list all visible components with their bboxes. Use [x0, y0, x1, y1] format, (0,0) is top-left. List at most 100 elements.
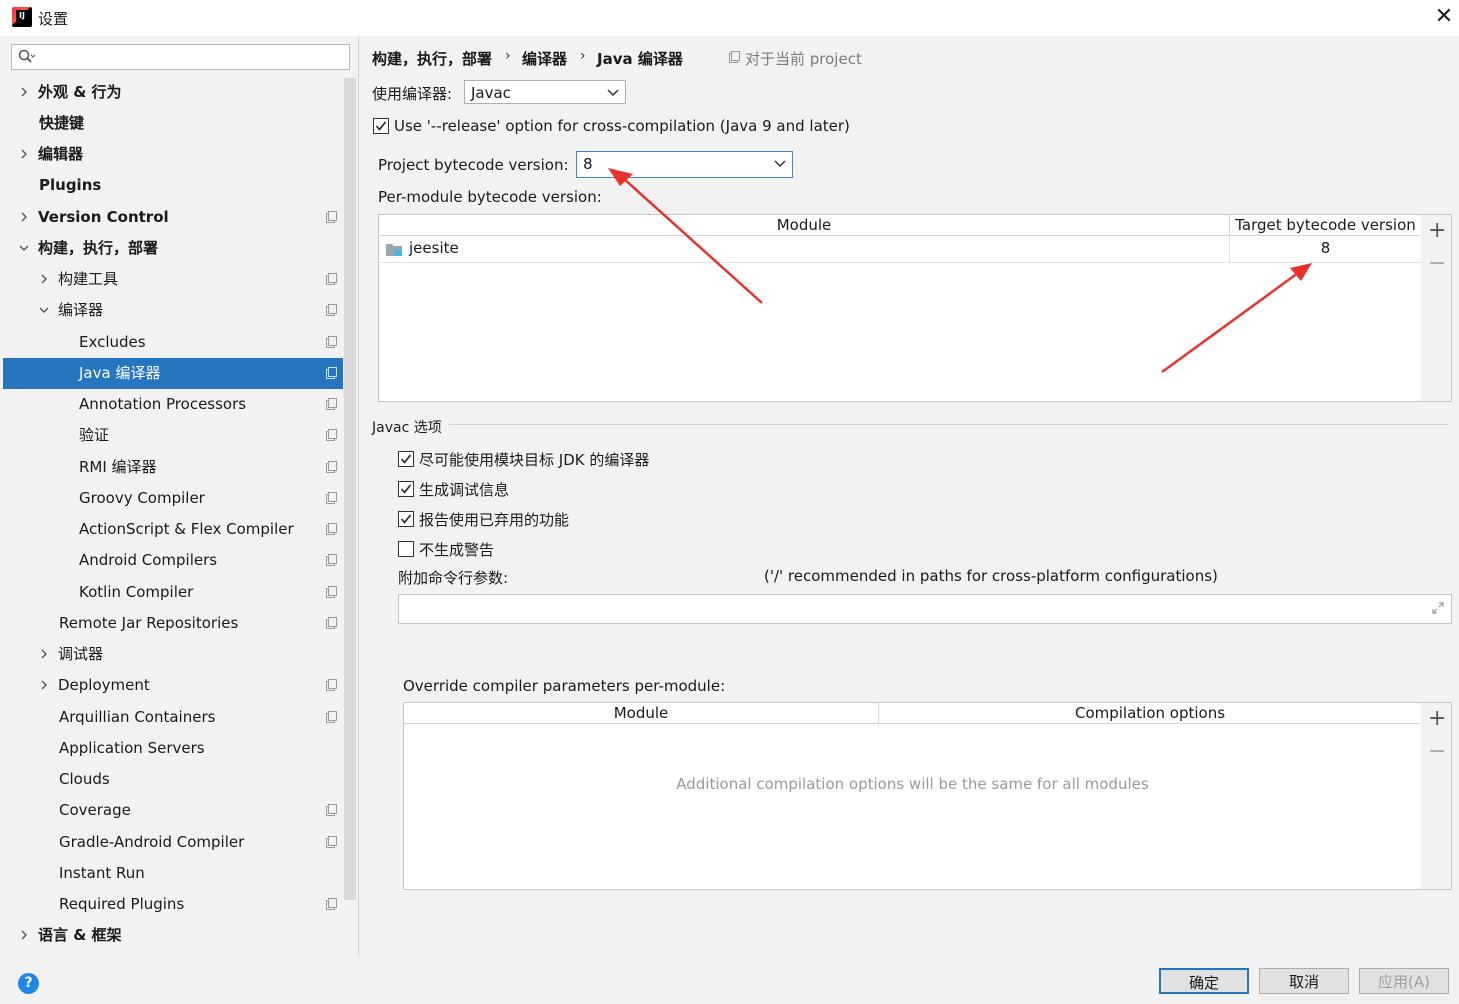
project-scope-icon — [326, 461, 337, 473]
table-row[interactable]: jeesite 8 — [379, 236, 1421, 263]
chevron-down-icon — [19, 243, 29, 253]
sidebar-item-compiler[interactable]: 编译器 — [3, 295, 343, 326]
cancel-button[interactable]: 取消 — [1259, 968, 1349, 994]
chevron-right-icon — [39, 649, 49, 659]
sidebar-item-label: Plugins — [39, 176, 102, 194]
sidebar-item-java-compiler[interactable]: Java 编译器 — [3, 358, 343, 389]
sidebar-item-label: Java 编译器 — [79, 364, 161, 382]
sidebar-item-label: 构建，执行，部署 — [38, 239, 159, 257]
chevron-right-icon — [39, 680, 49, 690]
sidebar-item-label: Arquillian Containers — [59, 708, 216, 726]
chevron-right-icon — [39, 274, 49, 284]
project-scope-icon — [326, 898, 337, 910]
bytecode-version-select[interactable]: 8 — [576, 151, 793, 178]
sidebar-item-required-plugins[interactable]: Required Plugins — [3, 889, 343, 920]
sidebar-item-label: 构建工具 — [58, 270, 119, 288]
release-option-checkbox[interactable] — [373, 118, 389, 134]
sidebar-item-deployment[interactable]: Deployment — [3, 670, 343, 701]
ok-button[interactable]: 确定 — [1159, 968, 1249, 994]
project-scope-icon — [326, 554, 337, 566]
sidebar-item-plugins[interactable]: Plugins — [3, 170, 343, 201]
sidebar-item-remote-jar-repositories[interactable]: Remote Jar Repositories — [3, 608, 343, 639]
debug-info-checkbox[interactable] — [398, 481, 414, 497]
sidebar-item-application-servers[interactable]: Application Servers — [3, 733, 343, 764]
cmd-params-input[interactable] — [398, 594, 1452, 624]
compiler-select[interactable]: Javac — [464, 80, 626, 104]
sidebar-item-clouds[interactable]: Clouds — [3, 764, 343, 795]
override-label: Override compiler parameters per-module: — [403, 677, 726, 695]
sidebar-item-actionscript-compiler[interactable]: ActionScript & Flex Compiler — [3, 514, 343, 545]
sidebar-item-label: Version Control — [38, 208, 169, 226]
breadcrumb-item[interactable]: 构建，执行，部署 — [372, 48, 492, 69]
project-scope-icon — [326, 211, 337, 223]
checkmark-icon — [375, 121, 387, 131]
cmd-params-hint: ('/' recommended in paths for cross-plat… — [764, 567, 1218, 585]
sidebar-item-android-compilers[interactable]: Android Compilers — [3, 545, 343, 576]
chevron-right-icon — [19, 212, 29, 222]
override-table: Module Compilation options Additional co… — [403, 702, 1422, 890]
table-header-target-version[interactable]: Target bytecode version — [1230, 215, 1421, 236]
sidebar-item-languages-frameworks[interactable]: 语言 & 框架 — [3, 920, 343, 951]
sidebar-item-label: 语言 & 框架 — [38, 926, 122, 944]
sidebar-item-label: Android Compilers — [79, 551, 218, 569]
sidebar-item-label: Coverage — [59, 801, 131, 819]
apply-button[interactable]: 应用(A) — [1359, 968, 1449, 994]
module-bytecode-table: Module Target bytecode version jeesite 8 — [378, 214, 1422, 402]
sidebar-item-coverage[interactable]: Coverage — [3, 795, 343, 826]
table-header-compilation-options[interactable]: Compilation options — [879, 703, 1421, 724]
add-override-button[interactable]: + — [1428, 708, 1446, 730]
breadcrumb-item[interactable]: 编译器 — [522, 48, 567, 69]
sidebar-item-excludes[interactable]: Excludes — [3, 327, 343, 358]
project-scope-icon — [326, 617, 337, 629]
sidebar-item-gradle-android-compiler[interactable]: Gradle-Android Compiler — [3, 827, 343, 858]
help-icon[interactable]: ? — [18, 973, 39, 994]
project-scope-icon — [326, 367, 337, 379]
expand-icon[interactable] — [1431, 601, 1445, 615]
use-module-jdk-checkbox[interactable] — [398, 451, 414, 467]
deprecation-checkbox[interactable] — [398, 511, 414, 527]
no-warnings-checkbox[interactable] — [398, 541, 414, 557]
compiler-label: 使用编译器: — [372, 85, 453, 103]
sidebar-item-kotlin-compiler[interactable]: Kotlin Compiler — [3, 577, 343, 608]
remove-override-button[interactable]: − — [1428, 741, 1446, 763]
javac-section-title: Javac 选项 — [372, 420, 442, 436]
sidebar-item-label: Excludes — [79, 333, 146, 351]
table-header-module[interactable]: Module — [379, 215, 1230, 236]
sidebar-item-annotation-processors[interactable]: Annotation Processors — [3, 389, 343, 420]
search-input[interactable] — [11, 44, 350, 70]
sidebar-item-groovy-compiler[interactable]: Groovy Compiler — [3, 483, 343, 514]
remove-module-button[interactable]: − — [1428, 253, 1446, 275]
close-button[interactable]: ✕ — [1433, 6, 1455, 28]
sidebar-item-label: 编译器 — [58, 301, 104, 319]
sidebar-item-arquillian-containers[interactable]: Arquillian Containers — [3, 702, 343, 733]
project-scope-note: 对于当前 project — [745, 50, 862, 68]
project-scope-icon — [326, 523, 337, 535]
sidebar-item-appearance[interactable]: 外观 & 行为 — [3, 77, 343, 108]
sidebar-item-build-tools[interactable]: 构建工具 — [3, 264, 343, 295]
sidebar-scrollbar[interactable] — [344, 78, 356, 900]
sidebar-item-rmi-compiler[interactable]: RMI 编译器 — [3, 452, 343, 483]
add-module-button[interactable]: + — [1428, 220, 1446, 242]
sidebar-item-version-control[interactable]: Version Control — [3, 202, 343, 233]
table-header-module[interactable]: Module — [404, 703, 879, 724]
release-option-label: Use '--release' option for cross-compila… — [394, 117, 850, 135]
project-scope-icon — [326, 336, 337, 348]
sidebar-item-label: 调试器 — [58, 645, 104, 663]
sidebar-item-label: Application Servers — [59, 739, 205, 757]
project-scope-icon — [326, 711, 337, 723]
sidebar-item-label: ActionScript & Flex Compiler — [79, 520, 294, 538]
checkmark-icon — [400, 484, 412, 494]
breadcrumb-item: Java 编译器 — [597, 50, 683, 68]
project-scope-icon — [326, 429, 337, 441]
sidebar-item-validation[interactable]: 验证 — [3, 420, 343, 451]
target-version-value[interactable]: 8 — [1230, 239, 1421, 257]
override-table-toolbar: + − — [1421, 702, 1452, 890]
sidebar-item-debugger[interactable]: 调试器 — [3, 639, 343, 670]
sidebar-item-label: Annotation Processors — [79, 395, 247, 413]
sidebar-item-editor[interactable]: 编辑器 — [3, 139, 343, 170]
module-folder-icon — [386, 244, 402, 256]
sidebar-item-keymap[interactable]: 快捷键 — [3, 108, 343, 139]
sidebar-item-label: 编辑器 — [38, 145, 84, 163]
sidebar-item-instant-run[interactable]: Instant Run — [3, 858, 343, 889]
sidebar-item-build-execution-deployment[interactable]: 构建，执行，部署 — [3, 233, 343, 264]
